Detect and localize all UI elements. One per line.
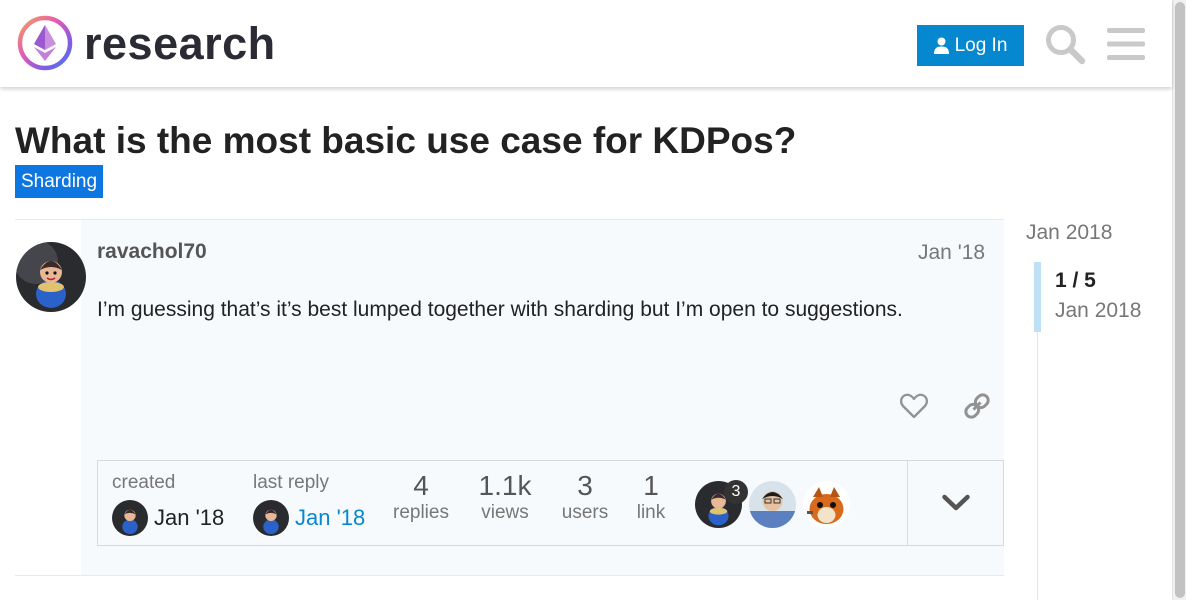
user-icon (933, 37, 949, 54)
post-content: I’m guessing that’s it’s best lumped tog… (97, 298, 903, 321)
created-date: Jan '18 (154, 505, 225, 530)
views-count: 1.1k (478, 470, 532, 501)
poster-avatar-image (749, 481, 796, 528)
replies-stat: 4 replies (391, 470, 451, 524)
ethereum-logo-icon (17, 15, 73, 71)
hamburger-menu-icon[interactable] (1107, 27, 1145, 61)
page-scrollbar[interactable] (1172, 0, 1186, 600)
search-icon[interactable] (1044, 23, 1086, 65)
site-name: research (84, 17, 276, 69)
site-logo[interactable]: research (16, 14, 276, 72)
timeline-handle[interactable] (1034, 262, 1041, 332)
site-header: research Log In (0, 0, 1172, 87)
views-label: views (481, 501, 529, 523)
created-info: created Jan '18 (112, 472, 224, 536)
last-reply-date[interactable]: Jan '18 (295, 505, 365, 531)
login-button[interactable]: Log In (917, 25, 1024, 66)
topic-title[interactable]: What is the most basic use case for KDPo… (15, 120, 796, 162)
last-replier-avatar-image (253, 500, 289, 536)
post-divider (15, 575, 1004, 576)
category-badge[interactable]: Sharding (15, 165, 104, 198)
creator-avatar-image (112, 500, 148, 536)
links-stat: 1 link (626, 470, 676, 524)
post-count-badge: 3 (724, 480, 748, 504)
users-stat: 3 users (555, 470, 615, 524)
last-replier-avatar[interactable] (253, 500, 289, 536)
views-stat: 1.1k views (470, 470, 540, 524)
users-count: 3 (577, 470, 593, 501)
timeline-position: 1 / 5 (1055, 269, 1096, 292)
link-icon[interactable] (962, 391, 992, 421)
last-reply-label: last reply (253, 472, 330, 493)
creator-avatar[interactable] (112, 500, 148, 536)
links-label: link (636, 501, 666, 523)
poster-avatar[interactable] (749, 481, 796, 528)
expand-topic-map-button[interactable] (908, 461, 1003, 545)
users-label: users (561, 501, 609, 523)
links-count: 1 (643, 470, 659, 501)
poster-avatar[interactable] (803, 481, 850, 528)
heart-icon[interactable] (899, 391, 929, 421)
replies-count: 4 (413, 470, 429, 501)
post-username[interactable]: ravachol70 (97, 240, 207, 264)
replies-label: replies (393, 501, 449, 523)
created-label: created (112, 472, 176, 493)
timeline-current-date: Jan 2018 (1055, 299, 1142, 322)
timeline-start-date[interactable]: Jan 2018 (1026, 221, 1112, 245)
last-reply-info[interactable]: last reply Jan '18 (253, 472, 365, 536)
login-label: Log In (954, 34, 1008, 56)
avatar[interactable] (16, 242, 86, 312)
chevron-down-icon (941, 494, 970, 511)
avatar-image (16, 242, 86, 312)
scrollbar-thumb[interactable] (1175, 2, 1185, 598)
poster-avatar-image (803, 481, 850, 528)
post-date[interactable]: Jan '18 (918, 241, 985, 265)
topic-map: created Jan '18 last reply Jan '18 4 rep… (97, 460, 1004, 546)
